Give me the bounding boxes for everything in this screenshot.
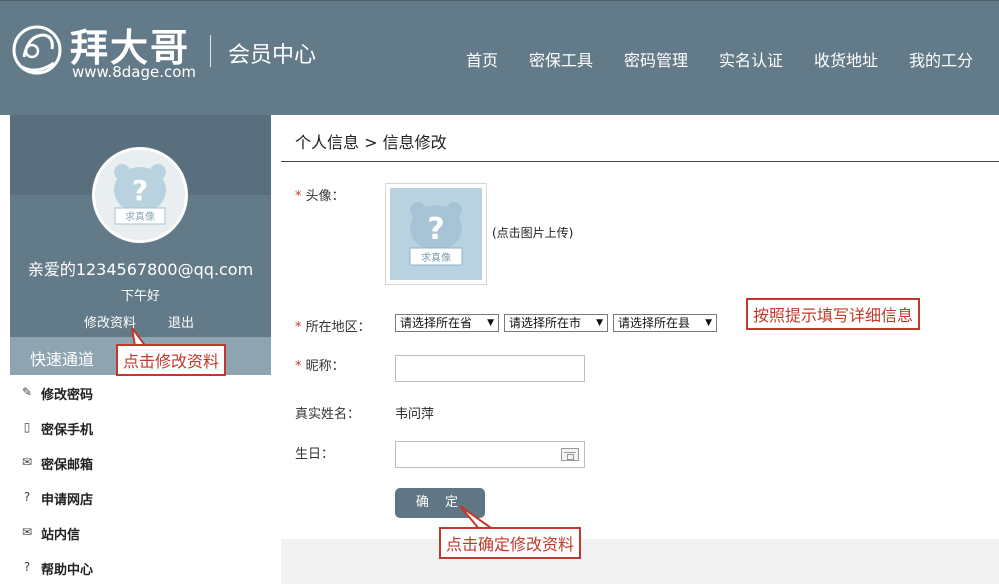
quick-item-label: 站内信 [41,528,81,543]
profile-panel: ? 求真像 亲爱的1234567800@qq.com 下午好 修改资料 退出 [10,115,271,337]
calendar-icon[interactable] [561,448,579,461]
main-footer-band [281,539,999,584]
city-select-value: 请选择所在市 [509,316,582,330]
nav-item-address[interactable]: 收货地址 [814,47,878,71]
user-email: 亲爱的1234567800@qq.com [27,260,254,279]
avatar-placeholder-icon: ? 求真像 [95,150,185,240]
avatar-badge-text: 求真像 [125,210,155,223]
county-select[interactable]: 请选择所在县 ▼ [613,314,717,332]
province-select[interactable]: 请选择所在省 ▼ [395,314,499,332]
help-icon: ? [23,560,31,574]
county-select-value: 请选择所在县 [618,316,691,330]
quick-item-apply-store[interactable]: ? 申请网店 [10,480,271,515]
required-marker: * [295,359,302,374]
quick-item-security-phone[interactable]: ▯ 密保手机 [10,410,271,445]
breadcrumb-divider [281,161,999,162]
svg-text:?: ? [132,174,148,207]
top-header: 拜大哥 www.8dage.com 会员中心 首页 密保工具 密码管理 实名认证… [0,0,999,115]
region-field-label: * 所在地区： [295,316,371,335]
nickname-input[interactable] [395,355,585,382]
quick-item-label: 修改密码 [41,388,94,403]
upload-hint: (点击图片上传) [492,226,574,240]
quick-item-change-password[interactable]: ✎ 修改密码 [10,375,271,410]
nickname-field-label: * 昵称： [295,355,345,374]
svg-text:?: ? [427,212,444,247]
greeting-text: 下午好 [120,289,160,304]
quick-item-label: 密保邮箱 [41,458,94,473]
city-select[interactable]: 请选择所在市 ▼ [504,314,608,332]
quick-access-title: 快速通道 [30,350,95,369]
quick-item-label: 密保手机 [41,423,94,438]
realname-value: 韦问萍 [395,407,435,422]
required-marker: * [295,320,302,335]
province-select-value: 请选择所在省 [400,316,473,330]
nav-item-password[interactable]: 密码管理 [624,47,688,71]
nav-item-verification[interactable]: 实名认证 [719,47,783,71]
callout-fill-info: 按照提示填写详细信息 [746,298,921,330]
logout-link[interactable]: 退出 [168,312,194,331]
callout-edit-profile: 点击修改资料 [116,344,227,376]
birthday-field-label: 生日： [295,447,335,462]
quick-item-label: 帮助中心 [41,563,94,578]
region-label-text: 所在地区： [305,320,371,335]
quick-item-help-center[interactable]: ? 帮助中心 [10,550,271,584]
realname-field-label: 真实姓名： [295,407,361,422]
quick-item-security-email[interactable]: ✉ 密保邮箱 [10,445,271,480]
nav-item-points[interactable]: 我的工分 [909,47,973,71]
nav-item-home[interactable]: 首页 [466,47,498,71]
chevron-down-icon: ▼ [596,318,603,328]
avatar-upload[interactable]: ? 求真像 [385,183,487,285]
edit-icon: ✎ [21,385,33,399]
quick-item-messages[interactable]: ✉ 站内信 [10,515,271,550]
callout-confirm: 点击确定修改资料 [439,527,582,559]
main-nav: 首页 密保工具 密码管理 实名认证 收货地址 我的工分 [0,47,999,71]
breadcrumb: 个人信息 > 信息修改 [295,133,447,152]
nav-item-security-tools[interactable]: 密保工具 [529,47,593,71]
birthday-input[interactable] [395,441,585,468]
mail-icon: ✉ [21,525,33,539]
phone-icon: ▯ [23,420,31,434]
avatar-label-text: 头像： [305,189,345,204]
avatar-upload-image: ? 求真像 [390,188,482,280]
avatar-badge-text: 求真像 [421,251,451,264]
required-marker: * [295,189,302,204]
quick-item-label: 申请网店 [41,493,94,508]
mail-icon: ✉ [21,455,33,469]
avatar-field-label: * 头像： [295,185,345,204]
help-icon: ? [23,490,31,504]
nickname-label-text: 昵称： [305,359,345,374]
chevron-down-icon: ▼ [487,318,494,328]
avatar-placeholder-icon: ? 求真像 [390,188,482,280]
chevron-down-icon: ▼ [705,318,712,328]
avatar[interactable]: ? 求真像 [92,147,188,243]
